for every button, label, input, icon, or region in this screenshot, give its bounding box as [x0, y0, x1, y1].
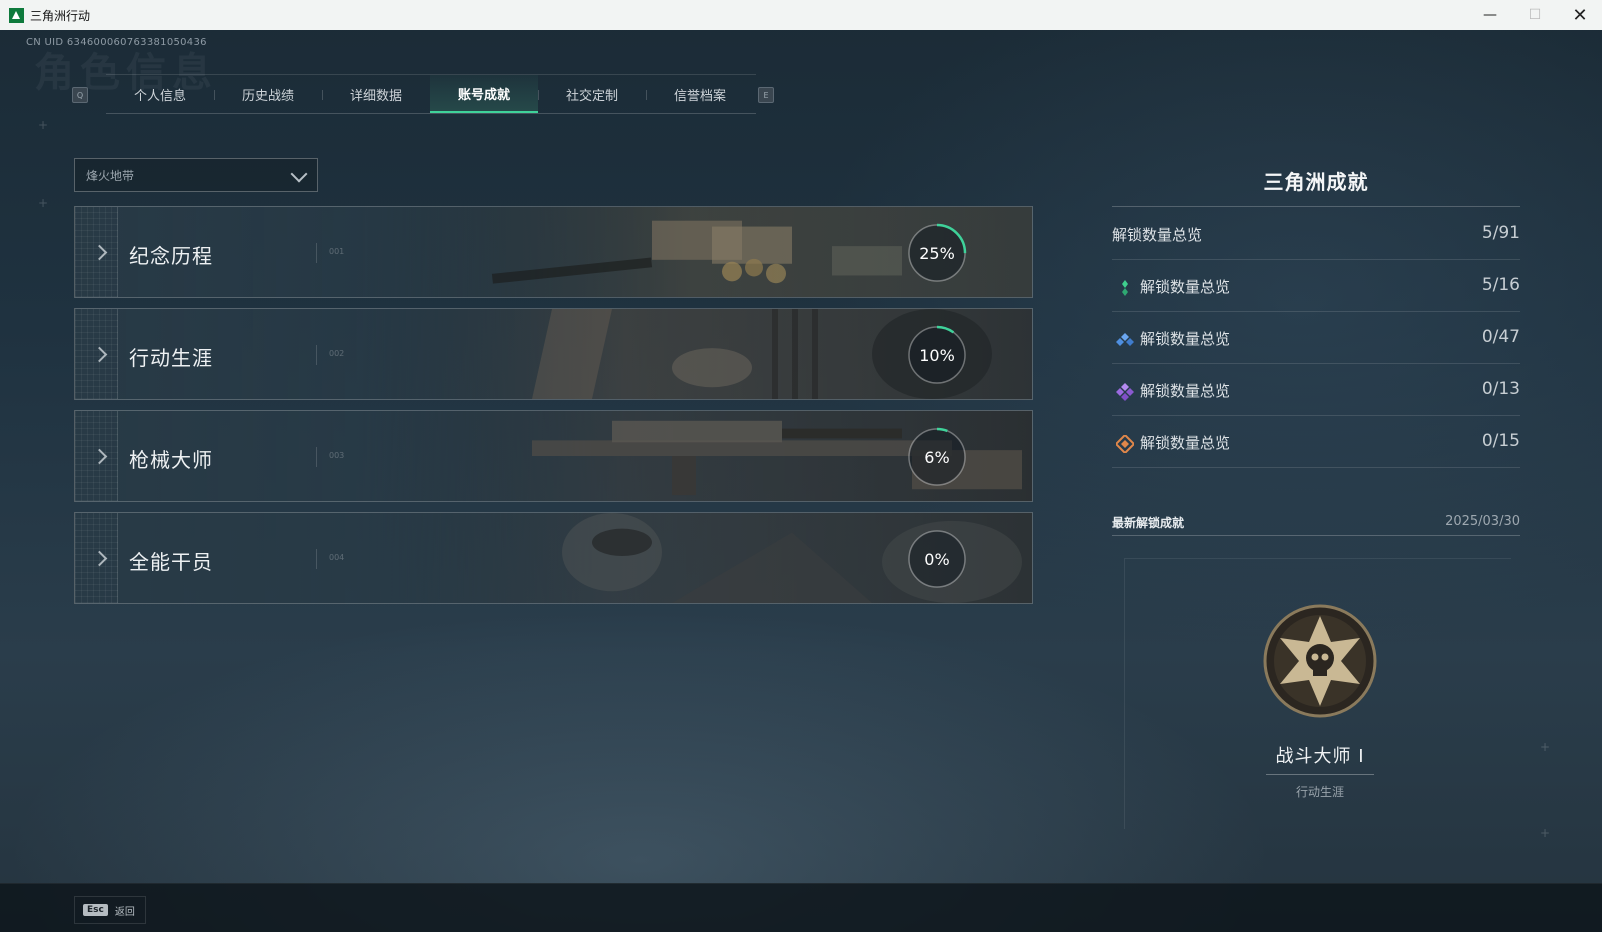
app-logo-icon [9, 7, 24, 23]
unlock-tier-value: 0/47 [1481, 327, 1520, 347]
card-divider [316, 447, 317, 467]
grid-cross-decoration: + [38, 118, 49, 132]
unlock-tier-row-purple: 解锁数量总览 0/13 [1112, 364, 1520, 416]
progress-percent: 0% [924, 549, 950, 569]
uid-label: CN UID 6346000607633810504​36 [26, 37, 207, 48]
category-code: 002 [329, 349, 345, 358]
latest-divider [1112, 535, 1520, 536]
progress-percent: 10% [919, 345, 955, 365]
unlock-tier-label: 解锁数量总览 [1140, 330, 1231, 348]
unlock-tier-label: 解锁数量总览 [1140, 434, 1231, 452]
tab-account-achievements[interactable]: 账号成就 [430, 75, 538, 113]
title-bar: 三角洲行动 — ☐ ✕ [0, 0, 1602, 30]
unlock-tier-value: 0/15 [1481, 431, 1520, 451]
unlock-tier-row-orange: 解锁数量总览 0/15 [1112, 416, 1520, 468]
back-label: 返回 [114, 906, 135, 918]
unlock-tier-value: 5/16 [1481, 275, 1520, 295]
unlock-tier-row-blue: 解锁数量总览 0/47 [1112, 312, 1520, 364]
tab-detailed-stats[interactable]: 详细数据 [322, 75, 430, 113]
esc-key-hint: Esc [83, 904, 108, 916]
chevron-down-icon [290, 165, 308, 183]
category-code: 001 [329, 247, 345, 256]
minimize-button[interactable]: — [1468, 0, 1512, 30]
unlock-tier-label: 解锁数量总览 [1140, 278, 1231, 296]
unlock-tier-label: 解锁数量总览 [1140, 382, 1231, 400]
latest-achievement-category: 行动生涯 [1295, 785, 1344, 799]
skull-star-badge-icon[interactable] [1263, 604, 1377, 718]
category-name: 枪械大师 [129, 448, 213, 472]
category-card-weapon-master[interactable]: 枪械大师 003 6% [74, 410, 1033, 502]
category-code: 004 [329, 553, 345, 562]
achievement-name-underline [1266, 774, 1374, 775]
window-title: 三角洲行动 [30, 8, 91, 23]
blue-gem-icon [1116, 333, 1134, 346]
latest-unlock-date: 2025/03/30 [1445, 514, 1520, 529]
purple-gem-icon [1116, 383, 1134, 401]
category-card-all-round-operator[interactable]: 全能干员 004 0% [74, 512, 1033, 604]
mode-dropdown-value: 烽火地带 [86, 168, 135, 183]
progress-ring: 25% [907, 223, 967, 283]
achievement-panel-title: 三角洲成就 [1263, 170, 1369, 194]
progress-percent: 25% [919, 243, 955, 263]
card-divider [316, 549, 317, 569]
category-code: 003 [329, 451, 345, 460]
progress-ring: 10% [907, 325, 967, 385]
bottom-bar: Esc 返回 [0, 883, 1602, 932]
category-name: 全能干员 [129, 550, 213, 574]
grid-cross-decoration: + [1540, 740, 1551, 754]
unlock-total-label: 解锁数量总览 [1112, 226, 1203, 244]
tab-credit-profile[interactable]: 信誉档案 [646, 75, 754, 113]
latest-achievement-name: 战斗大师 I [1275, 746, 1365, 767]
next-tab-key-hint[interactable]: E [758, 87, 774, 103]
main-tabs: 个人信息 历史战绩 详细数据 账号成就 社交定制 信誉档案 [106, 74, 756, 114]
orange-gem-icon [1116, 435, 1134, 453]
green-gem-icon [1122, 280, 1128, 296]
prev-tab-key-hint[interactable]: Q [72, 87, 88, 103]
progress-percent: 6% [924, 447, 950, 467]
mode-dropdown[interactable]: 烽火地带 [74, 158, 318, 192]
unlock-tier-value: 0/13 [1481, 379, 1520, 399]
close-button[interactable]: ✕ [1558, 0, 1602, 30]
card-divider [316, 243, 317, 263]
grid-cross-decoration: + [1540, 826, 1551, 840]
card-divider [316, 345, 317, 365]
tab-social-customization[interactable]: 社交定制 [538, 75, 646, 113]
unlock-tier-row-green: 解锁数量总览 5/16 [1112, 260, 1520, 312]
progress-ring: 0% [907, 529, 967, 589]
progress-ring: 6% [907, 427, 967, 487]
latest-unlock-label: 最新解锁成就 [1112, 516, 1185, 530]
game-window: 三角洲行动 — ☐ ✕ 角色信息 CN UID 6346000607633810… [0, 0, 1602, 932]
back-button[interactable]: Esc 返回 [74, 896, 146, 924]
panel-divider [1112, 206, 1520, 207]
unlock-total-row: 解锁数量总览 5/91 [1112, 208, 1520, 260]
category-card-memorial[interactable]: 纪念历程 001 25% [74, 206, 1033, 298]
unlock-total-value: 5/91 [1481, 223, 1520, 243]
grid-cross-decoration: + [38, 196, 49, 210]
tab-match-history[interactable]: 历史战绩 [214, 75, 322, 113]
tab-personal-info[interactable]: 个人信息 [106, 75, 214, 113]
category-card-career[interactable]: 行动生涯 002 10% [74, 308, 1033, 400]
maximize-button[interactable]: ☐ [1513, 0, 1557, 30]
category-name: 纪念历程 [129, 244, 213, 268]
category-name: 行动生涯 [129, 346, 213, 370]
